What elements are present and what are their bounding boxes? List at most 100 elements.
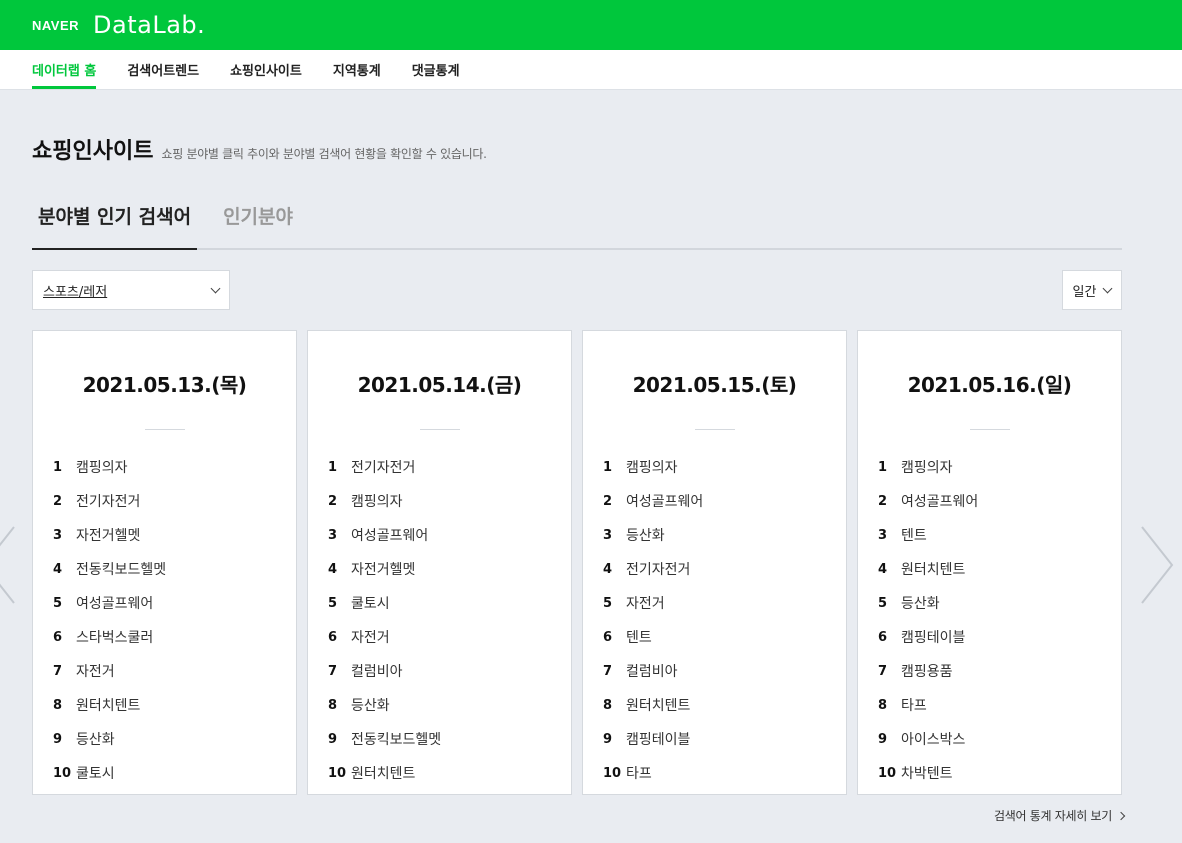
rank-number: 2 (328, 493, 338, 509)
rank-number: 4 (878, 561, 888, 577)
page-title: 쇼핑인사이트 (32, 139, 154, 164)
rank-number: 10 (878, 765, 897, 781)
rank-item[interactable]: 5 쿨토시 (328, 586, 571, 620)
naver-logo[interactable]: NAVER (32, 18, 79, 33)
rank-number: 8 (878, 697, 888, 713)
rank-keyword: 자전거헬멧 (351, 562, 416, 578)
rank-item[interactable]: 7 자전거 (53, 654, 296, 688)
card-date: 2021.05.16.(일) (907, 373, 1072, 397)
rank-item[interactable]: 5 등산화 (878, 586, 1121, 620)
datalab-logo[interactable]: DataLab. (93, 11, 205, 39)
rank-item[interactable]: 9 전동킥보드헬멧 (328, 722, 571, 756)
rank-item[interactable]: 8 원터치텐트 (603, 688, 846, 722)
rank-item[interactable]: 6 텐트 (603, 620, 846, 654)
rank-item[interactable]: 10 차박텐트 (878, 756, 1121, 790)
rank-keyword: 원터치텐트 (626, 698, 691, 714)
nav-item-comment-stats[interactable]: 댓글통계 (412, 50, 460, 89)
rank-item[interactable]: 9 등산화 (53, 722, 296, 756)
rank-keyword: 여성골프웨어 (76, 596, 154, 612)
rank-item[interactable]: 1 캠핑의자 (878, 450, 1121, 484)
rank-keyword: 자전거 (76, 664, 115, 680)
rank-number: 6 (878, 629, 888, 645)
rank-number: 6 (328, 629, 338, 645)
rank-number: 9 (53, 731, 63, 747)
more-stats-link[interactable]: 검색어 통계 자세히 보기 (994, 807, 1126, 824)
rank-item[interactable]: 6 캠핑테이블 (878, 620, 1121, 654)
rank-keyword: 타프 (901, 698, 927, 714)
rank-keyword: 텐트 (901, 528, 927, 544)
rank-item[interactable]: 2 전기자전거 (53, 484, 296, 518)
rank-keyword: 등산화 (76, 732, 115, 748)
rank-keyword: 전기자전거 (626, 562, 691, 578)
card-divider (969, 429, 1010, 430)
rank-item[interactable]: 5 여성골프웨어 (53, 586, 296, 620)
rank-keyword: 텐트 (626, 630, 652, 646)
rank-item[interactable]: 4 전기자전거 (603, 552, 846, 586)
rank-keyword: 캠핑테이블 (901, 630, 966, 646)
rank-item[interactable]: 4 원터치텐트 (878, 552, 1121, 586)
rank-item[interactable]: 10 쿨토시 (53, 756, 296, 790)
rank-item[interactable]: 10 타프 (603, 756, 846, 790)
rank-item[interactable]: 7 컬럼비아 (328, 654, 571, 688)
card-date: 2021.05.15.(토) (632, 373, 797, 397)
rank-number: 6 (603, 629, 613, 645)
rank-item[interactable]: 8 원터치텐트 (53, 688, 296, 722)
rank-item[interactable]: 7 컬럼비아 (603, 654, 846, 688)
rank-keyword: 컬럼비아 (626, 664, 678, 680)
rank-keyword: 등산화 (626, 528, 665, 544)
rank-keyword: 캠핑의자 (901, 460, 953, 476)
rank-keyword: 쿨토시 (76, 766, 115, 782)
nav-item-home[interactable]: 데이터랩 홈 (32, 50, 97, 89)
rank-item[interactable]: 7 캠핑용품 (878, 654, 1121, 688)
rank-item[interactable]: 2 여성골프웨어 (878, 484, 1121, 518)
rank-keyword: 여성골프웨어 (351, 528, 429, 544)
rank-keyword: 타프 (626, 766, 652, 782)
rank-item[interactable]: 3 자전거헬멧 (53, 518, 296, 552)
rank-item[interactable]: 4 자전거헬멧 (328, 552, 571, 586)
rank-keyword: 여성골프웨어 (626, 494, 704, 510)
page-header: 쇼핑인사이트 쇼핑 분야별 클릭 추이와 분야별 검색어 현황을 확인할 수 있… (32, 133, 487, 165)
card-date: 2021.05.13.(목) (82, 373, 247, 397)
nav-item-shopping-insight[interactable]: 쇼핑인사이트 (230, 50, 302, 89)
rank-item[interactable]: 2 캠핑의자 (328, 484, 571, 518)
rank-item[interactable]: 2 여성골프웨어 (603, 484, 846, 518)
chevron-right-icon[interactable] (1136, 525, 1176, 605)
tab-popular-keywords[interactable]: 분야별 인기 검색어 (32, 196, 198, 250)
rank-item[interactable]: 1 캠핑의자 (53, 450, 296, 484)
rank-number: 1 (53, 459, 63, 475)
nav-item-search-trend[interactable]: 검색어트렌드 (127, 50, 199, 89)
rank-number: 4 (53, 561, 63, 577)
tab-popular-categories[interactable]: 인기분야 (217, 196, 299, 250)
rank-item[interactable]: 4 전동킥보드헬멧 (53, 552, 296, 586)
rank-keyword: 아이스박스 (901, 732, 966, 748)
card-divider (144, 429, 185, 430)
rank-item[interactable]: 3 여성골프웨어 (328, 518, 571, 552)
rank-item[interactable]: 6 자전거 (328, 620, 571, 654)
period-dropdown[interactable]: 일간 (1062, 270, 1122, 310)
rank-item[interactable]: 10 원터치텐트 (328, 756, 571, 790)
chevron-left-icon[interactable] (0, 525, 20, 605)
main-nav: 데이터랩 홈 검색어트렌드 쇼핑인사이트 지역통계 댓글통계 (0, 50, 1182, 90)
rank-item[interactable]: 5 자전거 (603, 586, 846, 620)
tab-bar: 분야별 인기 검색어 인기분야 (32, 196, 1122, 250)
rank-number: 10 (328, 765, 347, 781)
rank-item[interactable]: 6 스타벅스쿨러 (53, 620, 296, 654)
rank-item[interactable]: 9 캠핑테이블 (603, 722, 846, 756)
day-card: 2021.05.16.(일) 1 캠핑의자 2 여성골프웨어 3 텐트 4 원터치텐트 5 등산화 6… (857, 330, 1122, 795)
category-dropdown[interactable]: 스포츠/레저 (32, 270, 230, 310)
rank-item[interactable]: 1 캠핑의자 (603, 450, 846, 484)
rank-number: 4 (328, 561, 338, 577)
rank-item[interactable]: 3 텐트 (878, 518, 1121, 552)
nav-item-region-stats[interactable]: 지역통계 (333, 50, 381, 89)
rank-item[interactable]: 9 아이스박스 (878, 722, 1121, 756)
rank-keyword: 캠핑의자 (351, 494, 403, 510)
rank-item[interactable]: 8 타프 (878, 688, 1121, 722)
rank-item[interactable]: 1 전기자전거 (328, 450, 571, 484)
rank-item[interactable]: 8 등산화 (328, 688, 571, 722)
page-description: 쇼핑 분야별 클릭 추이와 분야별 검색어 현황을 확인할 수 있습니다. (161, 147, 487, 161)
rank-number: 7 (878, 663, 888, 679)
rank-item[interactable]: 3 등산화 (603, 518, 846, 552)
more-stats-link-label: 검색어 통계 자세히 보기 (994, 809, 1112, 823)
rank-number: 5 (53, 595, 63, 611)
rank-number: 1 (603, 459, 613, 475)
